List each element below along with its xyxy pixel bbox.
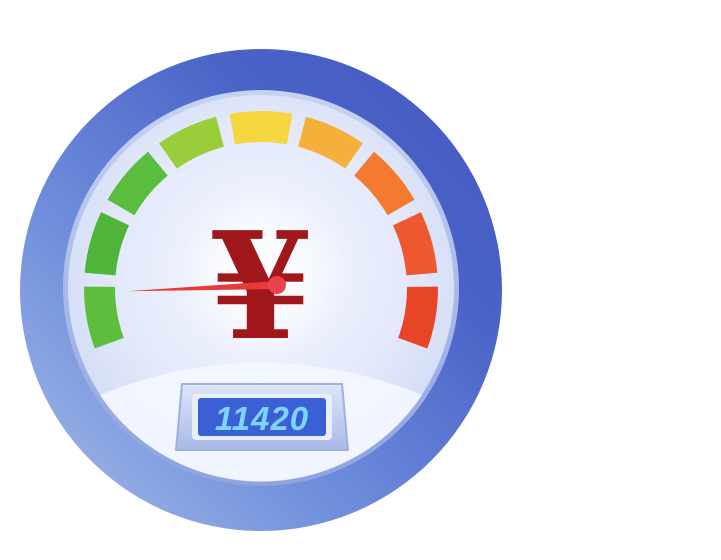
odometer: 11420: [174, 383, 350, 451]
odometer-value: 11420: [215, 400, 309, 437]
gauge-segment: [229, 110, 293, 145]
speedometer-gauge: ¥ 11420: [20, 49, 502, 531]
